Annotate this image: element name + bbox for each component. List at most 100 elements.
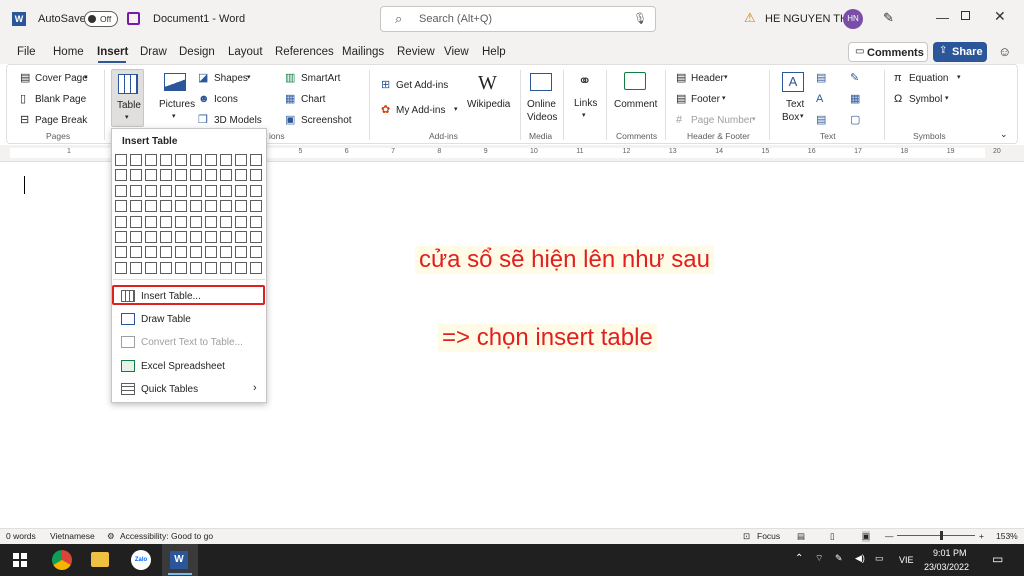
page-break-button[interactable]: Page Break — [35, 115, 87, 126]
tab-view[interactable]: View — [444, 46, 469, 58]
table-grid-cell[interactable] — [160, 246, 172, 259]
table-grid-cell[interactable] — [130, 184, 142, 197]
textbox-label-1[interactable]: Text — [786, 99, 804, 110]
table-grid-cell[interactable] — [205, 261, 217, 274]
save-icon[interactable] — [127, 12, 140, 25]
my-addins-button[interactable]: My Add-ins — [396, 105, 445, 116]
table-grid-cell[interactable] — [235, 215, 247, 228]
textbox-label-2[interactable]: Box — [782, 112, 799, 123]
comment-button[interactable]: Comment — [614, 99, 657, 110]
table-grid-cell[interactable] — [235, 184, 247, 197]
table-grid-cell[interactable] — [190, 184, 202, 197]
table-grid-cell[interactable] — [160, 184, 172, 197]
table-grid-cell[interactable] — [145, 215, 157, 228]
smartart-button[interactable]: SmartArt — [301, 73, 340, 84]
avatar[interactable]: HN — [843, 9, 863, 29]
menu-item-excel-spreadsheet[interactable]: Excel Spreadsheet — [141, 361, 225, 372]
file-explorer-icon[interactable] — [91, 552, 109, 567]
table-grid-cell[interactable] — [190, 231, 202, 243]
online-videos-label-1[interactable]: Online — [527, 99, 556, 110]
cover-page-button[interactable]: Cover Page — [35, 73, 88, 84]
signature-icon[interactable]: ✎ — [850, 72, 859, 84]
tab-home[interactable]: Home — [53, 46, 84, 58]
table-grid-cell[interactable] — [205, 169, 217, 182]
table-grid-cell[interactable] — [220, 215, 232, 228]
object-icon[interactable]: ▢ — [850, 114, 860, 126]
table-grid-cell[interactable] — [160, 215, 172, 228]
pen-icon[interactable]: ✎ — [883, 10, 894, 26]
table-grid-cell[interactable] — [145, 261, 157, 274]
table-grid-cell[interactable] — [130, 231, 142, 243]
equation-button[interactable]: Equation — [909, 73, 948, 84]
table-grid-cell[interactable] — [205, 246, 217, 259]
search-box[interactable]: ⌕ Search (Alt+Q) 🎙 — [380, 6, 656, 32]
pen-tray-icon[interactable]: ✎ — [835, 553, 843, 564]
microphone-icon[interactable]: 🎙 — [633, 12, 647, 25]
tab-mailings[interactable]: Mailings — [342, 46, 384, 58]
focus-button[interactable]: Focus — [757, 531, 780, 541]
table-grid-cell[interactable] — [250, 231, 262, 243]
read-mode-icon[interactable]: ▤ — [797, 531, 805, 542]
web-layout-icon[interactable]: ▣ — [862, 531, 871, 542]
table-grid-cell[interactable] — [250, 200, 262, 213]
table-grid-cell[interactable] — [190, 246, 202, 259]
table-grid-cell[interactable] — [220, 261, 232, 274]
zoom-slider[interactable] — [897, 535, 975, 536]
autosave-toggle[interactable]: Off — [84, 11, 118, 27]
table-grid-cell[interactable] — [205, 215, 217, 228]
chrome-icon[interactable] — [52, 550, 72, 570]
table-grid-cell[interactable] — [115, 231, 127, 243]
wordart-icon[interactable]: A — [816, 93, 823, 105]
table-grid-cell[interactable] — [205, 231, 217, 243]
table-grid-cell[interactable] — [145, 169, 157, 182]
table-grid-cell[interactable] — [235, 169, 247, 182]
tab-layout[interactable]: Layout — [228, 46, 263, 58]
comments-button[interactable]: ▭ Comments — [848, 42, 928, 62]
share-button[interactable]: ⇪ Share — [933, 42, 987, 62]
table-grid-cell[interactable] — [160, 154, 172, 166]
zoom-slider-handle[interactable] — [940, 531, 943, 540]
pictures-button[interactable]: Pictures — [159, 99, 195, 110]
table-grid-cell[interactable] — [115, 169, 127, 182]
table-grid-cell[interactable] — [130, 246, 142, 259]
footer-button[interactable]: Footer — [691, 94, 720, 105]
table-grid-cell[interactable] — [145, 200, 157, 213]
datetime-icon[interactable]: ▦ — [850, 93, 860, 105]
menu-item-draw-table[interactable]: Draw Table — [141, 314, 191, 325]
notification-icon[interactable]: ▭ — [992, 552, 1003, 566]
word-count[interactable]: 0 words — [6, 531, 36, 541]
table-grid-cell[interactable] — [175, 169, 187, 182]
print-layout-icon[interactable]: ▯ — [830, 531, 835, 542]
table-grid-cell[interactable] — [250, 246, 262, 259]
header-button[interactable]: Header — [691, 73, 724, 84]
restore-icon[interactable] — [961, 11, 970, 20]
table-grid-cell[interactable] — [175, 231, 187, 243]
zoom-in-icon[interactable]: + — [979, 531, 984, 541]
table-grid-cell[interactable] — [250, 261, 262, 274]
table-grid-cell[interactable] — [145, 154, 157, 166]
battery-icon[interactable]: ▭ — [875, 553, 884, 564]
table-grid-cell[interactable] — [220, 200, 232, 213]
screenshot-button[interactable]: Screenshot — [301, 115, 352, 126]
table-grid-cell[interactable] — [130, 215, 142, 228]
chart-button[interactable]: Chart — [301, 94, 325, 105]
table-grid-cell[interactable] — [190, 169, 202, 182]
tab-help[interactable]: Help — [482, 46, 506, 58]
tab-design[interactable]: Design — [179, 46, 215, 58]
volume-icon[interactable]: ◀) — [855, 553, 865, 564]
minimize-icon[interactable]: — — [936, 10, 949, 25]
table-grid-cell[interactable] — [115, 246, 127, 259]
zoom-level[interactable]: 153% — [996, 531, 1018, 541]
tab-draw[interactable]: Draw — [140, 46, 167, 58]
online-videos-label-2[interactable]: Videos — [527, 112, 557, 123]
table-grid-cell[interactable] — [235, 246, 247, 259]
table-grid-cell[interactable] — [205, 200, 217, 213]
table-grid-cell[interactable] — [175, 200, 187, 213]
table-grid-cell[interactable] — [220, 246, 232, 259]
user-name[interactable]: HE NGUYEN THE — [765, 13, 855, 25]
table-grid-cell[interactable] — [250, 154, 262, 166]
table-grid-cell[interactable] — [115, 215, 127, 228]
close-icon[interactable]: ✕ — [994, 8, 1006, 25]
table-grid-cell[interactable] — [175, 154, 187, 166]
table-grid-cell[interactable] — [175, 246, 187, 259]
